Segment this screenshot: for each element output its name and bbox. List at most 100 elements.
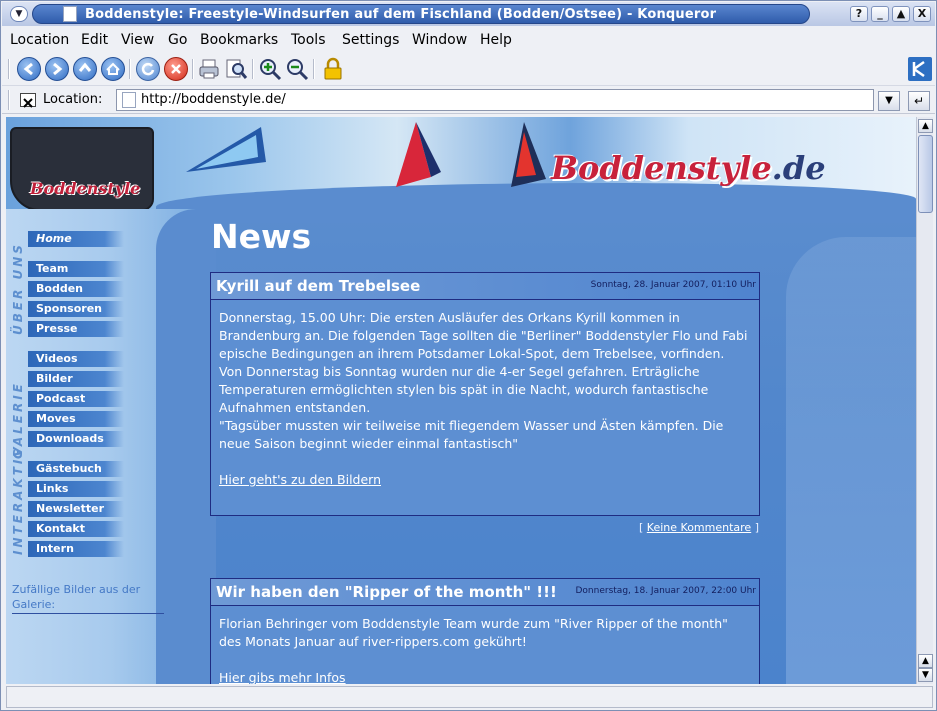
home-icon[interactable] <box>101 57 125 81</box>
zoom-in-icon[interactable] <box>258 57 282 81</box>
post-header: Kyrill auf dem Trebelsee Sonntag, 28. Ja… <box>211 273 759 300</box>
document-icon <box>63 6 77 22</box>
location-bar: Location: http://boddenstyle.de/ ▼ ↵ <box>2 87 935 114</box>
konqueror-window: ▼ Boddenstyle: Freestyle-Windsurfen auf … <box>0 0 937 711</box>
help-button[interactable]: ? <box>850 6 868 22</box>
windsurfer-image <box>186 127 266 172</box>
nav-podcast[interactable]: Podcast <box>28 391 124 407</box>
scrollbar-thumb[interactable] <box>918 135 933 213</box>
url-history-dropdown-icon[interactable]: ▼ <box>878 91 900 111</box>
post-link[interactable]: Hier gibs mehr Infos <box>219 670 346 684</box>
kde-logo-icon[interactable] <box>908 57 932 81</box>
menu-help[interactable]: Help <box>480 32 512 48</box>
scroll-down-icon[interactable]: ▼ <box>918 668 933 682</box>
brand-tld: .de <box>771 149 826 187</box>
reload-icon[interactable] <box>136 57 160 81</box>
scroll-up-icon[interactable]: ▲ <box>918 119 933 133</box>
zoom-out-icon[interactable] <box>285 57 309 81</box>
logo-text: Boddenstyle <box>30 179 141 198</box>
menu-edit[interactable]: Edit <box>81 32 108 48</box>
page-title: News <box>211 217 312 256</box>
nav-home[interactable]: Home <box>28 231 124 247</box>
nav-kontakt[interactable]: Kontakt <box>28 521 124 537</box>
clear-location-icon[interactable] <box>20 93 36 108</box>
post-paragraph: Donnerstag, 15.00 Uhr: Die ersten Ausläu… <box>219 310 748 361</box>
news-post: Wir haben den "Ripper of the month" !!! … <box>210 578 760 684</box>
nav-links[interactable]: Links <box>28 481 124 497</box>
comments-link-wrapper: [ Keine Kommentare ] <box>639 521 759 534</box>
menu-tools[interactable]: Tools <box>291 32 326 48</box>
vertical-scrollbar[interactable]: ▲ ▲ ▼ <box>916 117 933 684</box>
post-paragraph: Florian Behringer vom Boddenstyle Team w… <box>219 616 728 649</box>
post-body: Donnerstag, 15.00 Uhr: Die ersten Ausläu… <box>211 300 759 495</box>
section-label-interaktiv: INTERAKTIV <box>11 444 25 555</box>
scroll-up-icon[interactable]: ▲ <box>918 654 933 668</box>
nav-team[interactable]: Team <box>28 261 124 277</box>
menu-bookmarks[interactable]: Bookmarks <box>200 32 278 48</box>
stop-icon[interactable] <box>164 57 188 81</box>
find-icon[interactable] <box>224 57 248 81</box>
toolbar-separator <box>252 59 254 79</box>
site-logo[interactable]: Boddenstyle <box>10 127 154 211</box>
forward-icon[interactable] <box>45 57 69 81</box>
nav-sponsoren[interactable]: Sponsoren <box>28 301 124 317</box>
window-title: Boddenstyle: Freestyle-Windsurfen auf de… <box>85 7 717 22</box>
news-post: Kyrill auf dem Trebelsee Sonntag, 28. Ja… <box>210 272 760 516</box>
comments-link[interactable]: Keine Kommentare <box>647 521 751 534</box>
nav-bilder[interactable]: Bilder <box>28 371 124 387</box>
nav-gaestebuch[interactable]: Gästebuch <box>28 461 124 477</box>
sidebar-edge <box>156 209 216 684</box>
menu-window[interactable]: Window <box>412 32 467 48</box>
post-body: Florian Behringer vom Boddenstyle Team w… <box>211 606 759 684</box>
nav-intern[interactable]: Intern <box>28 541 124 557</box>
post-header: Wir haben den "Ripper of the month" !!! … <box>211 579 759 606</box>
windsurfer-image <box>396 122 441 187</box>
post-title: Wir haben den "Ripper of the month" !!! <box>216 583 557 601</box>
random-images-label: Zufällige Bilder aus der Galerie: <box>12 582 164 614</box>
toolbar-handle <box>8 59 10 79</box>
close-button[interactable]: X <box>913 6 931 22</box>
menu-go[interactable]: Go <box>168 32 187 48</box>
title-bar[interactable]: ▼ Boddenstyle: Freestyle-Windsurfen auf … <box>2 2 935 26</box>
location-label: Location: <box>43 92 103 107</box>
menu-bar: Location Edit View Go Bookmarks Tools Se… <box>2 27 935 52</box>
nav-bodden[interactable]: Bodden <box>28 281 124 297</box>
main-toolbar <box>2 53 935 86</box>
status-bar <box>6 686 933 708</box>
title-pill[interactable]: Boddenstyle: Freestyle-Windsurfen auf de… <box>32 4 810 24</box>
back-icon[interactable] <box>17 57 41 81</box>
post-link[interactable]: Hier geht's zu den Bildern <box>219 472 381 487</box>
nav-newsletter[interactable]: Newsletter <box>28 501 124 517</box>
site-banner: Boddenstyle Boddenstyle.de <box>6 117 916 223</box>
brand-name[interactable]: Boddenstyle.de <box>551 149 826 187</box>
up-icon[interactable] <box>73 57 97 81</box>
post-date: Sonntag, 28. Januar 2007, 01:10 Uhr <box>590 280 756 290</box>
menu-view[interactable]: View <box>121 32 154 48</box>
nav-videos[interactable]: Videos <box>28 351 124 367</box>
menu-settings[interactable]: Settings <box>342 32 399 48</box>
background-windsurfer-image <box>786 237 916 684</box>
page-icon <box>122 92 136 108</box>
brand-name-text: Boddenstyle <box>551 149 772 187</box>
post-paragraph: Von Donnerstag bis Sonntag wurden nur di… <box>219 364 709 415</box>
toolbar-separator <box>313 59 315 79</box>
url-text: http://boddenstyle.de/ <box>141 92 286 107</box>
page-viewport[interactable]: Boddenstyle Boddenstyle.de ÜBER UNS GALE… <box>6 117 916 684</box>
nav-moves[interactable]: Moves <box>28 411 124 427</box>
section-label-ueber-uns: ÜBER UNS <box>11 242 25 335</box>
window-menu-icon[interactable]: ▼ <box>10 6 28 22</box>
post-title: Kyrill auf dem Trebelsee <box>216 277 421 295</box>
go-button-icon[interactable]: ↵ <box>908 91 930 111</box>
minimize-button[interactable]: _ <box>871 6 889 22</box>
security-lock-icon[interactable] <box>321 57 345 81</box>
maximize-button[interactable]: ▲ <box>892 6 910 22</box>
post-paragraph: "Tagsüber mussten wir teilweise mit flie… <box>219 418 724 451</box>
menu-location[interactable]: Location <box>10 32 69 48</box>
nav-presse[interactable]: Presse <box>28 321 124 337</box>
toolbar-separator <box>192 59 194 79</box>
nav-downloads[interactable]: Downloads <box>28 431 124 447</box>
toolbar-separator <box>129 59 131 79</box>
print-icon[interactable] <box>197 57 221 81</box>
toolbar-handle <box>8 90 10 110</box>
url-input[interactable]: http://boddenstyle.de/ <box>116 89 874 111</box>
